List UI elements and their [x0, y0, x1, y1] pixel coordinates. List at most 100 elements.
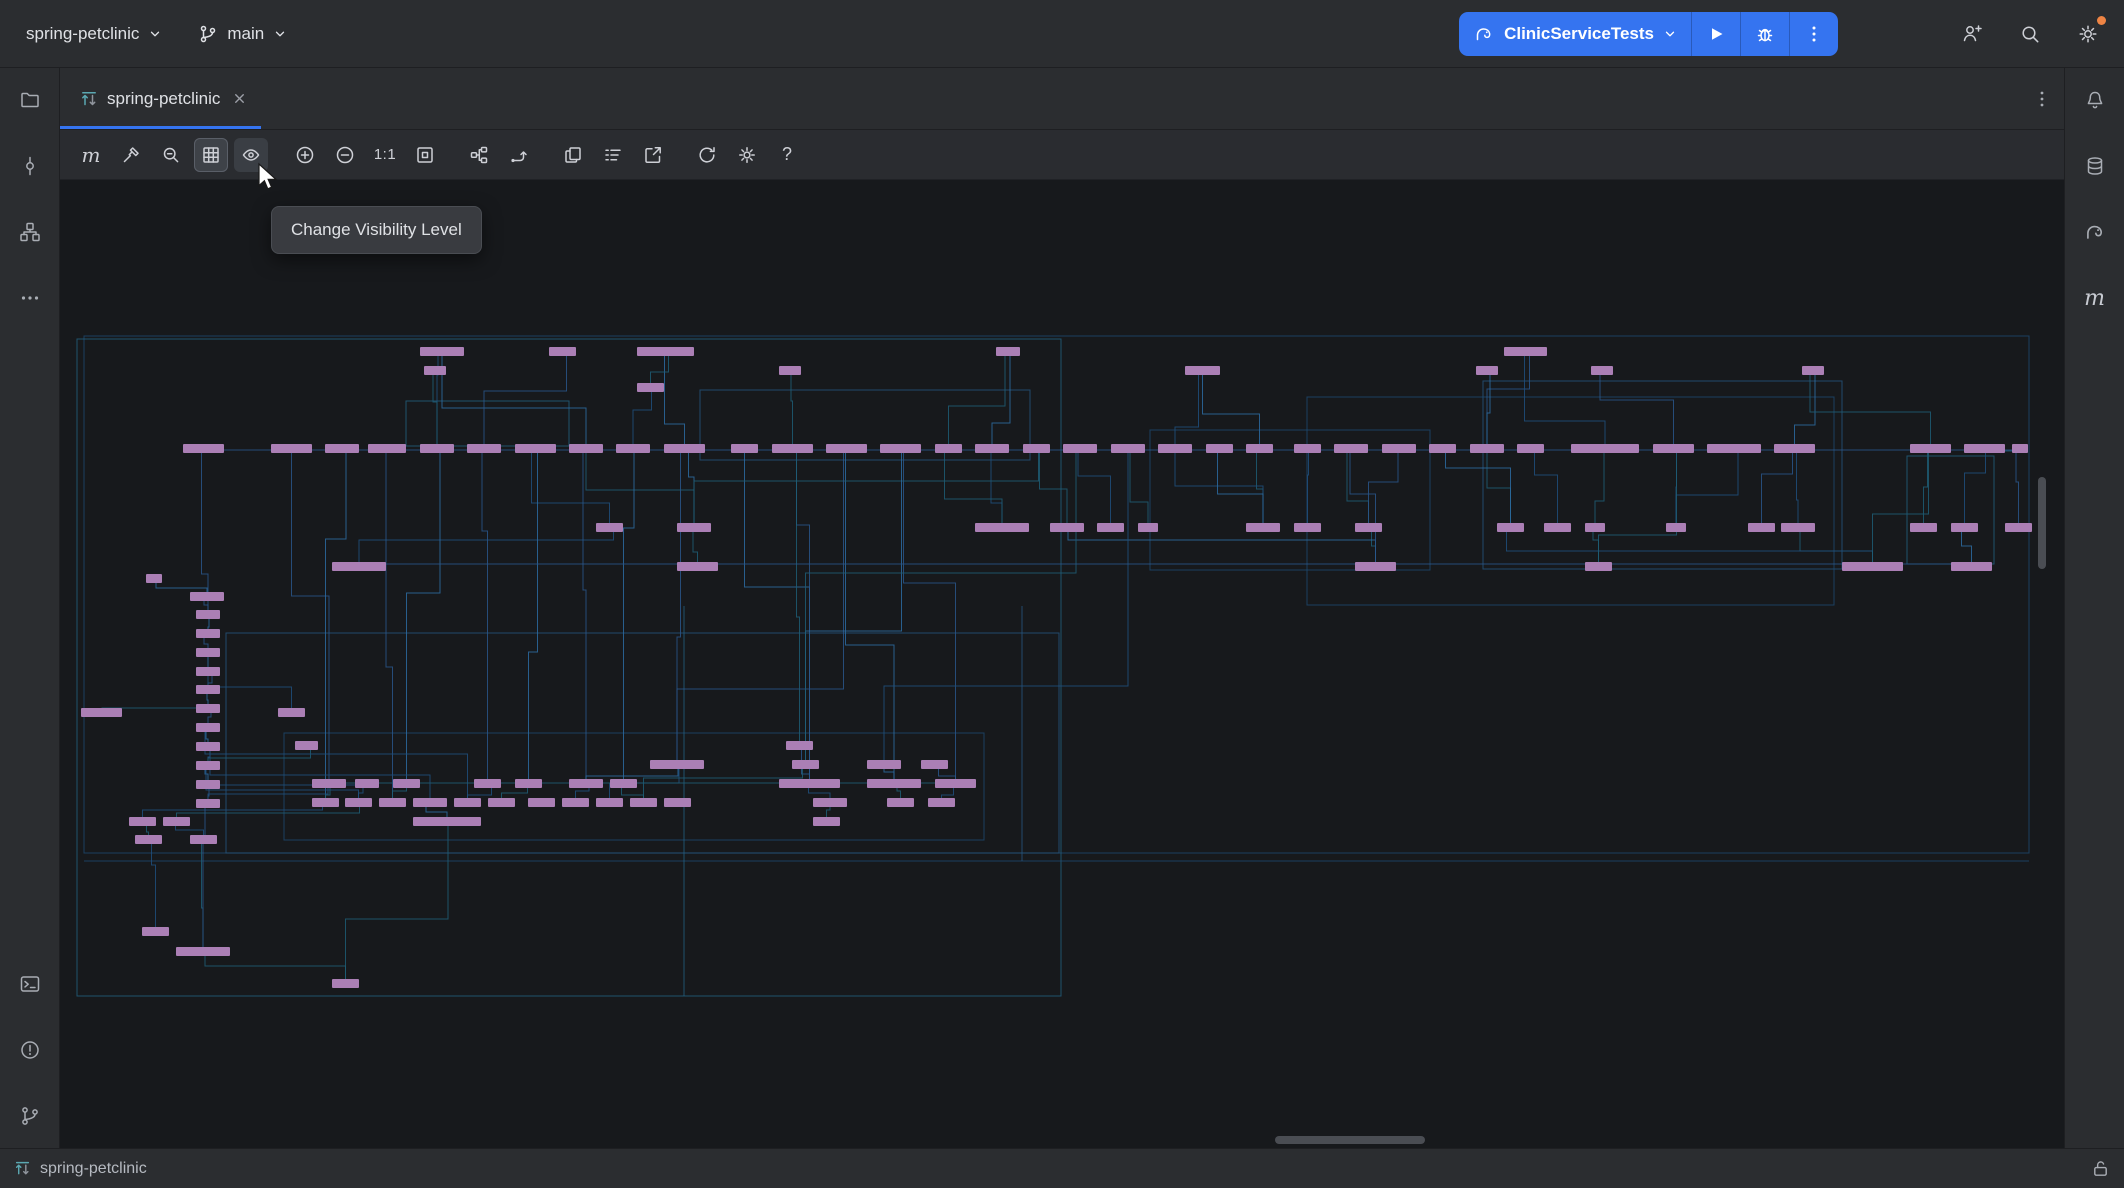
run-configuration-name: ClinicServiceTests [1504, 24, 1654, 44]
status-bar: spring-petclinic [0, 1148, 2124, 1188]
commit-icon [19, 155, 41, 177]
commit-tool-window-button[interactable] [10, 146, 50, 186]
terminal-tool-window-button[interactable] [10, 964, 50, 1004]
tooltip: Change Visibility Level [271, 206, 482, 254]
route-edge-icon [509, 145, 529, 165]
main-toolbar: spring-petclinic main ClinicServiceTests [0, 0, 2124, 68]
uml-diagram-icon [14, 1160, 31, 1177]
search-everywhere-button[interactable] [2010, 14, 2050, 54]
git-branch-icon [198, 24, 218, 44]
play-icon [1706, 24, 1726, 44]
project-tool-window-button[interactable] [10, 80, 50, 120]
tooltip-text: Change Visibility Level [291, 220, 462, 239]
status-project[interactable]: spring-petclinic [14, 1160, 147, 1178]
diagram-toolbar: m 1:1 [60, 130, 2064, 180]
run-widget: ClinicServiceTests [1459, 12, 1838, 56]
zoom-in-button[interactable] [288, 138, 322, 172]
copy-icon [563, 145, 583, 165]
kebab-menu-icon [1804, 24, 1824, 44]
apply-layout-button[interactable] [462, 138, 496, 172]
more-run-options-button[interactable] [1789, 12, 1838, 56]
zoom-select-icon [161, 145, 181, 165]
bug-icon [1755, 24, 1775, 44]
zoom-out-icon [335, 145, 355, 165]
more-icon [19, 287, 41, 309]
editor-area: spring-petclinic m 1:1 [60, 68, 2064, 1148]
kebab-menu-icon [2032, 89, 2052, 109]
more-tool-windows-button[interactable] [10, 278, 50, 318]
edit-tool-button[interactable] [114, 138, 148, 172]
actual-size-label: 1:1 [374, 146, 396, 163]
run-button[interactable] [1691, 12, 1740, 56]
code-with-me-button[interactable] [1952, 14, 1992, 54]
gear-icon [2077, 23, 2099, 45]
version-control-tool-window-button[interactable] [10, 1096, 50, 1136]
database-icon [2084, 155, 2106, 177]
branch-selector[interactable]: main [188, 16, 297, 52]
fit-content-icon [415, 145, 435, 165]
gear-icon [737, 145, 757, 165]
export-icon [643, 145, 663, 165]
diagram-settings-button[interactable] [730, 138, 764, 172]
mouse-cursor [256, 162, 282, 192]
methods-visibility-button[interactable]: m [74, 138, 108, 172]
lock-button[interactable] [2091, 1159, 2110, 1178]
structure-icon [19, 221, 41, 243]
chevron-down-icon [1663, 27, 1677, 41]
zoom-out-button[interactable] [328, 138, 362, 172]
fit-content-button[interactable] [408, 138, 442, 172]
refresh-icon [697, 145, 717, 165]
chevron-down-icon [273, 27, 287, 41]
notification-dot [2097, 16, 2106, 25]
user-plus-icon [1961, 23, 1983, 45]
layout-tree-icon [469, 145, 489, 165]
horizontal-scrollbar[interactable] [1275, 1136, 1425, 1144]
project-selector[interactable]: spring-petclinic [16, 16, 172, 52]
zoom-select-button[interactable] [154, 138, 188, 172]
notifications-button[interactable] [2075, 80, 2115, 120]
terminal-icon [19, 973, 41, 995]
run-configuration-selector[interactable]: ClinicServiceTests [1459, 12, 1691, 56]
node-details-button[interactable] [596, 138, 630, 172]
tab-label: spring-petclinic [107, 89, 220, 109]
maven-tool-window-button[interactable]: m [2075, 278, 2115, 318]
copy-diagram-button[interactable] [556, 138, 590, 172]
help-button[interactable]: ? [770, 138, 804, 172]
tab-spring-petclinic[interactable]: spring-petclinic [60, 68, 261, 129]
left-tool-rail [0, 68, 60, 1148]
gradle-icon [1473, 23, 1495, 45]
chevron-down-icon [148, 27, 162, 41]
git-branch-icon [19, 1105, 41, 1127]
actual-size-button[interactable]: 1:1 [368, 138, 402, 172]
debug-button[interactable] [1740, 12, 1789, 56]
problems-icon [19, 1039, 41, 1061]
route-edges-button[interactable] [502, 138, 536, 172]
help-icon: ? [782, 144, 792, 165]
project-name: spring-petclinic [26, 24, 139, 44]
grid-icon [201, 145, 221, 165]
structure-tool-window-button[interactable] [10, 212, 50, 252]
grid-toggle-button[interactable] [194, 138, 228, 172]
refresh-button[interactable] [690, 138, 724, 172]
settings-button[interactable] [2068, 14, 2108, 54]
gradle-tool-window-button[interactable] [2075, 212, 2115, 252]
gradle-icon [2083, 220, 2107, 244]
database-tool-window-button[interactable] [2075, 146, 2115, 186]
zoom-in-icon [295, 145, 315, 165]
maven-icon: m [2084, 286, 2105, 311]
uml-diagram[interactable] [60, 180, 2064, 1148]
editor-tab-bar: spring-petclinic [60, 68, 2064, 130]
uml-diagram-icon [80, 90, 98, 108]
tab-options-button[interactable] [2032, 89, 2052, 109]
right-tool-rail: m [2064, 68, 2124, 1148]
close-tab-icon[interactable] [232, 91, 247, 106]
export-diagram-button[interactable] [636, 138, 670, 172]
list-icon [603, 145, 623, 165]
lock-open-icon [2091, 1159, 2110, 1178]
problems-tool-window-button[interactable] [10, 1030, 50, 1070]
diagram-canvas[interactable] [60, 180, 2064, 1148]
methods-icon: m [82, 143, 101, 167]
vertical-scrollbar[interactable] [2038, 477, 2046, 569]
bell-icon [2084, 89, 2106, 111]
status-project-label: spring-petclinic [40, 1160, 147, 1178]
